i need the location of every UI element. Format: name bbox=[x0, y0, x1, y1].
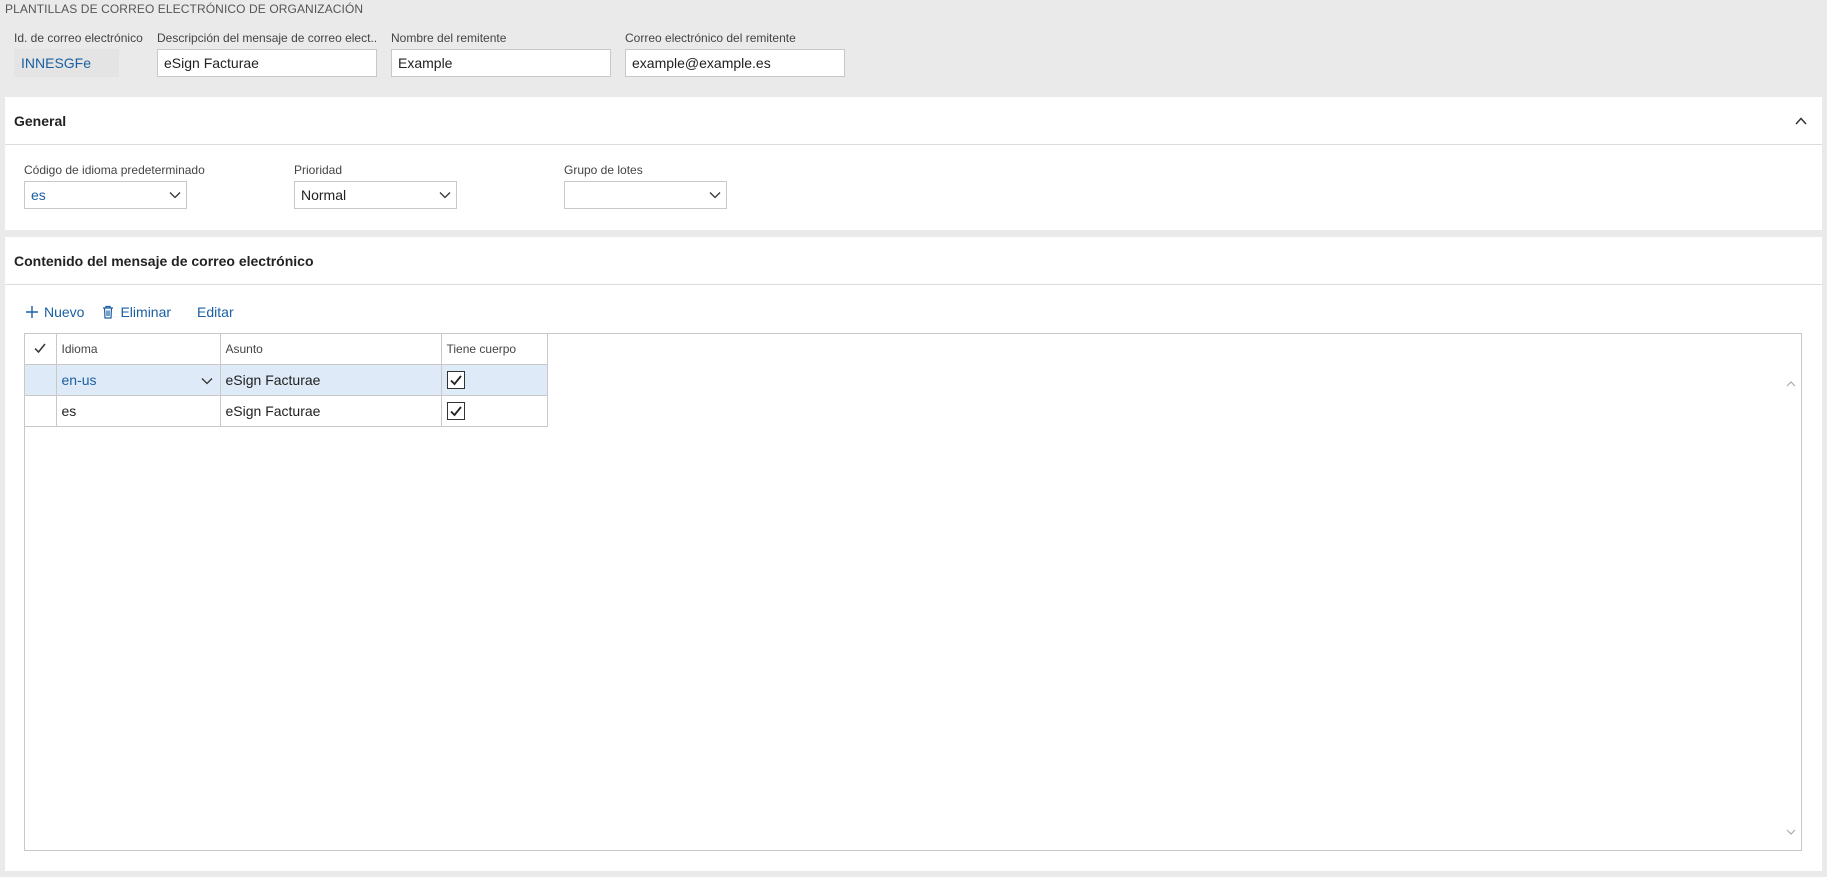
sender-email-input[interactable]: example@example.es bbox=[625, 49, 845, 77]
check-icon bbox=[34, 343, 46, 353]
has-body-cell bbox=[441, 364, 548, 396]
trash-icon bbox=[103, 305, 114, 319]
batch-group-select[interactable] bbox=[564, 181, 727, 209]
email-id-label: Id. de correo electrónico bbox=[14, 31, 143, 45]
description-label: Descripción del mensaje de correo elect.… bbox=[157, 31, 377, 45]
general-panel-title: General bbox=[14, 112, 67, 129]
priority-select[interactable]: Normal bbox=[294, 181, 457, 209]
page-title: PLANTILLAS DE CORREO ELECTRÓNICO DE ORGA… bbox=[5, 2, 364, 16]
edit-button-label: Editar bbox=[197, 304, 234, 320]
column-header-language[interactable]: Idioma bbox=[56, 334, 221, 365]
table-header-row: Idioma Asunto Tiene cuerpo bbox=[25, 334, 548, 365]
subject-cell[interactable]: eSign Facturae bbox=[220, 364, 442, 396]
column-header-has-body[interactable]: Tiene cuerpo bbox=[441, 334, 548, 365]
sender-name-field: Nombre del remitente Example bbox=[391, 31, 611, 77]
batch-group-label: Grupo de lotes bbox=[564, 163, 643, 177]
row-selector[interactable] bbox=[25, 395, 57, 427]
sender-name-label: Nombre del remitente bbox=[391, 31, 507, 45]
has-body-checkbox[interactable] bbox=[446, 371, 465, 389]
content-panel-header[interactable]: Contenido del mensaje de correo electrón… bbox=[5, 237, 1822, 285]
content-grid: Idioma Asunto Tiene cuerpo en-us eSign F… bbox=[24, 333, 1802, 851]
default-language-field: Código de idioma predeterminado es bbox=[24, 163, 205, 209]
content-toolbar: Nuevo Eliminar Editar bbox=[24, 304, 250, 320]
has-body-cell bbox=[441, 395, 548, 427]
chevron-up-icon[interactable] bbox=[1790, 110, 1812, 132]
batch-group-field: Grupo de lotes bbox=[564, 163, 727, 209]
scroll-up-icon[interactable] bbox=[1785, 378, 1797, 390]
content-panel-title: Contenido del mensaje de correo electrón… bbox=[14, 252, 314, 269]
row-selector[interactable] bbox=[25, 364, 57, 396]
default-language-label: Código de idioma predeterminado bbox=[24, 163, 205, 177]
priority-label: Prioridad bbox=[294, 163, 343, 177]
chevron-down-icon bbox=[709, 192, 721, 199]
new-button-label: Nuevo bbox=[44, 304, 85, 320]
table-row[interactable]: en-us eSign Facturae bbox=[25, 364, 548, 396]
default-language-select[interactable]: es bbox=[24, 181, 187, 209]
language-cell[interactable]: en-us bbox=[56, 364, 221, 396]
table-row[interactable]: es eSign Facturae bbox=[25, 395, 548, 427]
chevron-down-icon bbox=[169, 192, 181, 199]
description-field: Descripción del mensaje de correo elect.… bbox=[157, 31, 377, 77]
delete-button[interactable]: Eliminar bbox=[100, 304, 171, 320]
priority-field: Prioridad Normal bbox=[294, 163, 457, 209]
new-button[interactable]: Nuevo bbox=[24, 304, 84, 320]
select-all-column[interactable] bbox=[25, 334, 57, 365]
priority-value: Normal bbox=[301, 187, 347, 203]
language-cell[interactable]: es bbox=[56, 395, 221, 427]
email-id-value[interactable]: INNESGFe bbox=[14, 49, 119, 77]
scroll-down-icon[interactable] bbox=[1785, 826, 1797, 838]
general-panel: General bbox=[5, 97, 1822, 230]
check-icon bbox=[449, 406, 462, 417]
description-input[interactable]: eSign Facturae bbox=[157, 49, 377, 77]
plus-icon bbox=[26, 306, 38, 318]
sender-email-field: Correo electrónico del remitente example… bbox=[625, 31, 845, 77]
delete-button-label: Eliminar bbox=[120, 304, 172, 320]
column-header-subject[interactable]: Asunto bbox=[220, 334, 442, 365]
general-panel-header[interactable]: General bbox=[5, 97, 1822, 145]
check-icon bbox=[449, 375, 462, 386]
default-language-value: es bbox=[31, 187, 46, 203]
email-id-field: Id. de correo electrónico INNESGFe bbox=[14, 31, 144, 77]
sender-name-input[interactable]: Example bbox=[391, 49, 611, 77]
language-value: en-us bbox=[61, 372, 97, 388]
has-body-checkbox[interactable] bbox=[446, 402, 465, 420]
edit-button[interactable]: Editar bbox=[197, 304, 234, 320]
content-table: Idioma Asunto Tiene cuerpo en-us eSign F… bbox=[25, 334, 548, 427]
sender-email-label: Correo electrónico del remitente bbox=[625, 31, 796, 45]
chevron-down-icon[interactable] bbox=[200, 374, 214, 388]
chevron-down-icon bbox=[439, 192, 451, 199]
subject-cell[interactable]: eSign Facturae bbox=[220, 395, 442, 427]
